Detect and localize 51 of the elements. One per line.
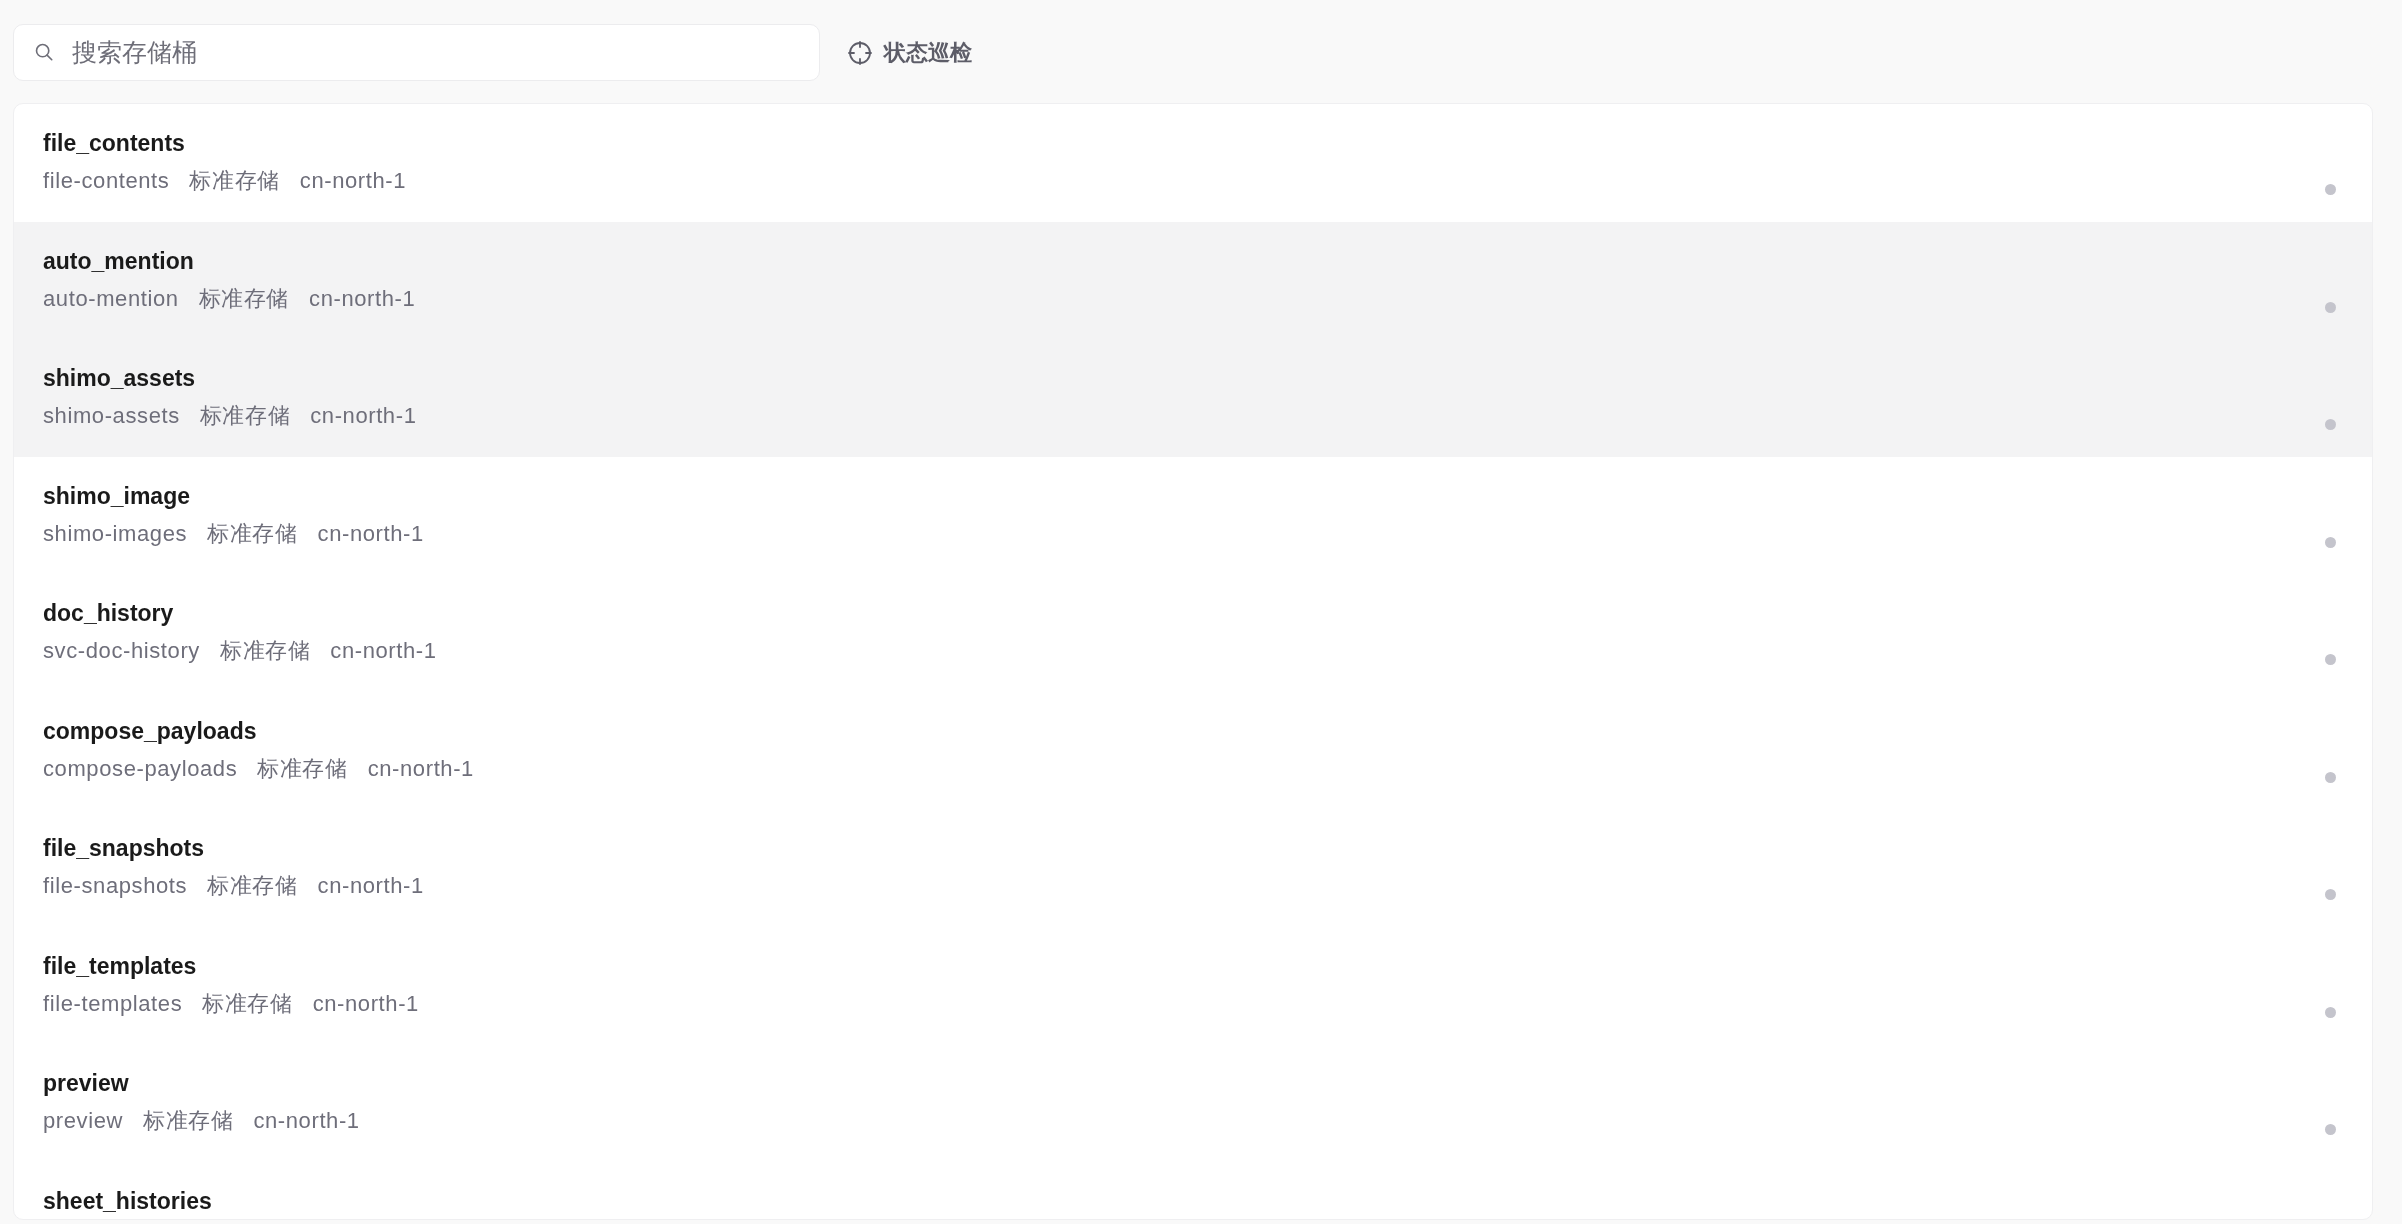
storage-class: 标准存储 [202, 989, 293, 1018]
bucket-title: shimo_image [43, 481, 190, 511]
bucket-title: file_snapshots [43, 834, 205, 863]
region-label: cn-north-1 [367, 754, 474, 783]
bucket-id: file-contents [43, 167, 170, 195]
storage-class: 标准存储 [219, 637, 311, 665]
bucket-row[interactable]: compose_payloads compose-payloads 标准存储 cn-north-1 [14, 691, 2372, 809]
bucket-id: shimo-assets [43, 402, 180, 430]
storage-class: 标准存储 [207, 872, 298, 900]
bucket-id: preview [43, 1107, 123, 1135]
bucket-id: compose-payloads [43, 754, 238, 783]
bucket-row[interactable]: file_contents file-contents 标准存储 cn-north-1 [14, 104, 2372, 222]
bucket-title: shimo_assets [43, 364, 196, 393]
status-check-button[interactable]: 状态巡检 [848, 37, 972, 68]
bucket-row[interactable]: shimo_assets shimo-assets 标准存储 cn-north-1 [14, 339, 2372, 457]
region-label: cn-north-1 [317, 872, 424, 900]
region-label: cn-north-1 [317, 519, 424, 548]
region-label: cn-north-1 [309, 284, 416, 313]
bucket-row[interactable]: file_snapshots file-snapshots 标准存储 cn-north-1 [14, 809, 2372, 927]
bucket-id: file-templates [43, 989, 183, 1018]
bucket-title: file_contents [43, 129, 185, 158]
storage-class: 标准存储 [189, 167, 280, 195]
storage-class: 标准存储 [199, 402, 291, 430]
region-label: cn-north-1 [330, 637, 437, 665]
bucket-id: shimo-images [43, 519, 188, 548]
bucket-row[interactable]: shimo_image shimo-images 标准存储 cn-north-1 [14, 456, 2372, 574]
search-field[interactable]: 搜索存储桶 [13, 24, 820, 81]
bucket-title: compose_payloads [43, 716, 257, 746]
region-label: cn-north-1 [299, 167, 407, 195]
storage-class: 标准存储 [143, 1107, 234, 1135]
region-label: cn-north-1 [310, 402, 417, 430]
region-label: cn-north-1 [253, 1107, 360, 1135]
bucket-title: file_templates [43, 951, 197, 981]
bucket-row[interactable]: sheet_histories [14, 1161, 2372, 1219]
bucket-title: sheet_histories [43, 1186, 212, 1216]
storage-class: 标准存储 [257, 754, 348, 783]
bucket-row[interactable]: file_templates file-templates 标准存储 cn-north-1 [14, 926, 2372, 1044]
storage-class: 标准存储 [198, 284, 290, 313]
bucket-id: file-snapshots [43, 872, 188, 900]
bucket-id: svc-doc-history [43, 637, 200, 665]
region-label: cn-north-1 [312, 989, 419, 1018]
storage-class: 标准存储 [207, 519, 298, 548]
bucket-row[interactable]: preview preview 标准存储 cn-north-1 [14, 1044, 2372, 1162]
bucket-row[interactable]: doc_history svc-doc-history 标准存储 cn-north-1 [14, 574, 2372, 692]
crosshair-icon [848, 40, 872, 65]
search-icon [35, 43, 53, 61]
bucket-title: preview [43, 1069, 129, 1098]
bucket-id: auto-mention [43, 284, 179, 313]
bucket-title: auto_mention [43, 246, 194, 276]
bucket-row[interactable]: auto_mention auto-mention 标准存储 cn-north-1 [14, 221, 2372, 339]
bucket-title: doc_history [43, 599, 174, 628]
